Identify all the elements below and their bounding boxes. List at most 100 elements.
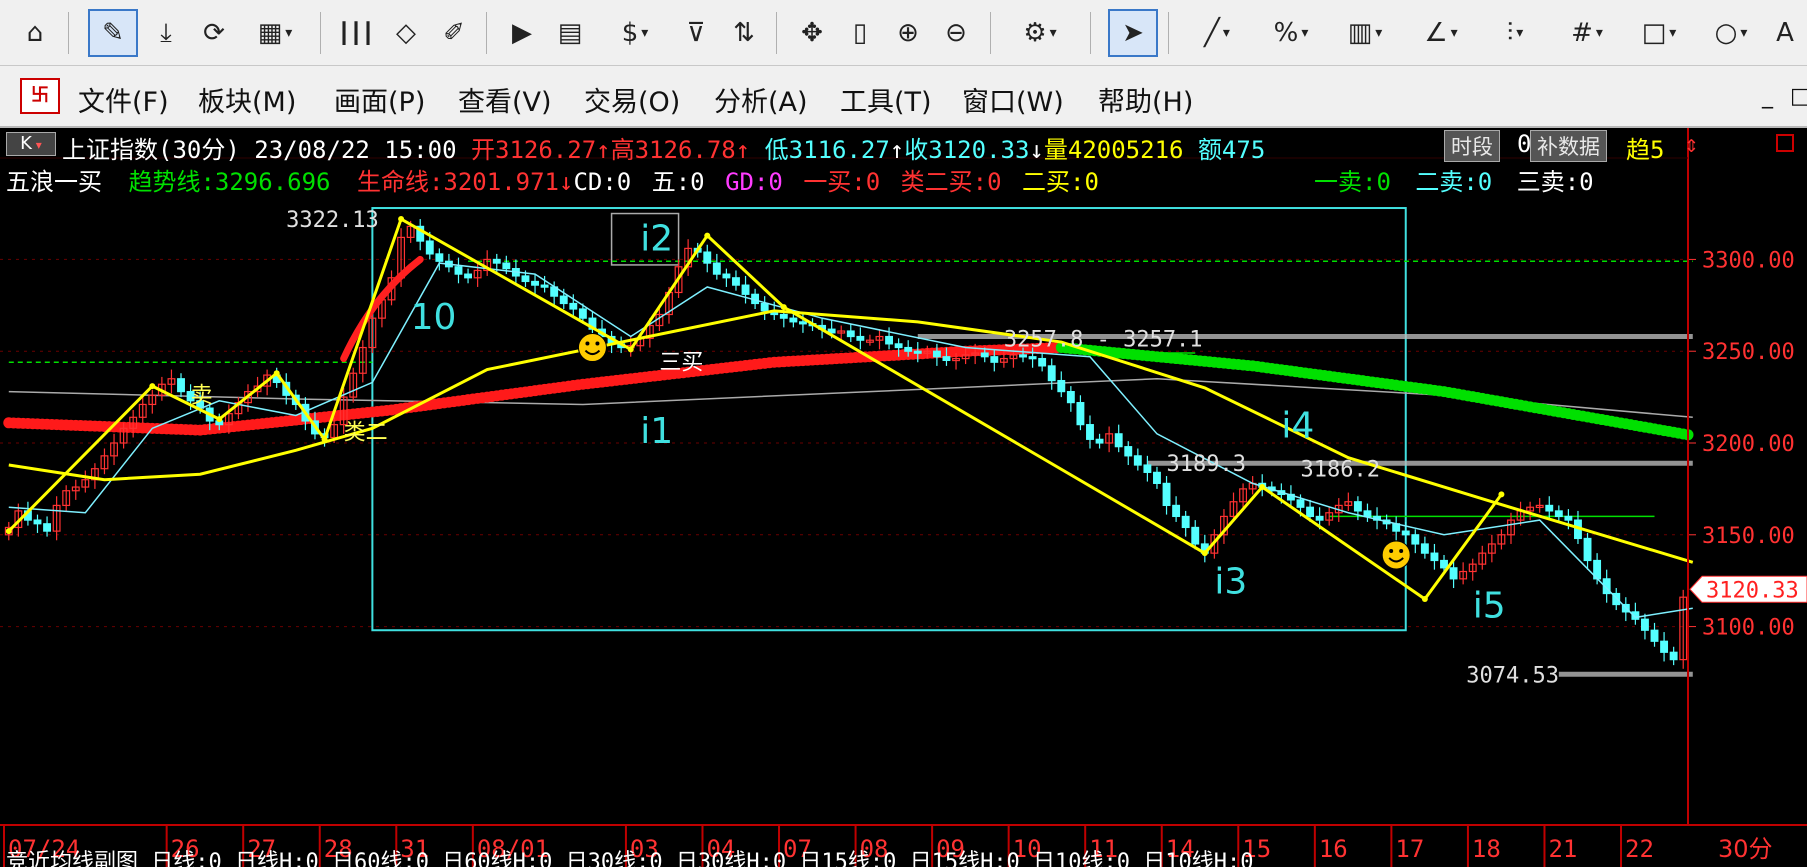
app-window: ⌂ ✎ ⤓ ⟳ ▦ ▾ ┃┃┃ ◇ ✐ ▶ ▤ $ ▾ ⊽ ⇅ ✥ ▯ ⊕ ⊖ ⚙ ▾… bbox=[0, 0, 1807, 867]
chart-area[interactable]: 3322.13 3257.8 - 3257.1 3189.3 3186.2 3074.5… bbox=[0, 128, 1807, 867]
smiley-eye bbox=[1399, 548, 1404, 553]
toolbar-separator bbox=[990, 12, 991, 54]
maximize-panel-icon[interactable] bbox=[1776, 134, 1794, 152]
candle-body bbox=[1019, 354, 1027, 358]
candle-body bbox=[1363, 510, 1372, 518]
candle-body bbox=[846, 330, 855, 338]
k-button[interactable]: K ▾ bbox=[6, 132, 56, 156]
menu-help[interactable]: 帮助(H) bbox=[1098, 80, 1193, 119]
arrow-up-icon: ↑ bbox=[889, 136, 905, 164]
dollar-icon[interactable]: $ ▾ bbox=[600, 9, 670, 57]
candle-body bbox=[1114, 433, 1123, 448]
y-tick-label: 3150.00 bbox=[1702, 524, 1795, 549]
minimize-button[interactable]: _ bbox=[1762, 84, 1773, 109]
toolbar: ⌂ ✎ ⤓ ⟳ ▦ ▾ ┃┃┃ ◇ ✐ ▶ ▤ $ ▾ ⊽ ⇅ ✥ ▯ ⊕ ⊖ ⚙ ▾… bbox=[0, 0, 1807, 66]
header-trail: 0 bbox=[1517, 130, 1532, 158]
line-icon[interactable]: ╱ ▾ bbox=[1182, 9, 1252, 57]
diamond-icon[interactable]: ◇ bbox=[384, 9, 428, 57]
y-tick-label: 3300.00 bbox=[1702, 248, 1795, 273]
menu-trade[interactable]: 交易(O) bbox=[584, 80, 680, 119]
menu-tools[interactable]: 工具(T) bbox=[840, 80, 932, 119]
toolbar-separator bbox=[68, 12, 69, 54]
signal-label: 三买 bbox=[659, 351, 703, 376]
circle-icon[interactable]: ○ ▾ bbox=[1698, 9, 1764, 57]
chevron-down-icon: ▾ bbox=[1595, 25, 1603, 41]
period-label: 30分 bbox=[1718, 835, 1773, 863]
sub-chart-bar: 竞近均线副图 日线:0 日线H:0 日60线:0 日60线H:0 日30线:0 … bbox=[6, 850, 1254, 867]
pencil-icon[interactable]: ✎ bbox=[88, 9, 138, 57]
sell2-value: 二卖:0 bbox=[1415, 168, 1493, 196]
menu-view[interactable]: 查看(V) bbox=[458, 80, 552, 119]
candle-body bbox=[1430, 552, 1439, 562]
candle-body bbox=[1449, 567, 1458, 580]
candle-body bbox=[425, 240, 434, 255]
menu-file[interactable]: 文件(F) bbox=[78, 80, 169, 119]
menu-view-canvas[interactable]: 画面(P) bbox=[334, 80, 425, 119]
arrows-icon: ⇕ bbox=[1684, 130, 1699, 158]
candle-body bbox=[569, 302, 578, 310]
candle-body bbox=[1660, 640, 1669, 653]
menu-analysis[interactable]: 分析(A) bbox=[714, 80, 808, 119]
buy2-value: 二买:0 bbox=[1022, 168, 1099, 196]
zigzag-point bbox=[216, 416, 223, 423]
chevron-down-icon: ▾ bbox=[1516, 25, 1524, 41]
candle-body bbox=[1650, 629, 1659, 642]
open-price: 开3126.27 bbox=[471, 136, 597, 164]
wave-label: i1 bbox=[640, 411, 673, 452]
text-icon[interactable]: A bbox=[1768, 9, 1802, 57]
date-label: 22 bbox=[1625, 835, 1654, 863]
zoom-out-icon[interactable]: ⊖ bbox=[934, 9, 978, 57]
candle-body bbox=[1669, 651, 1678, 661]
candle-body bbox=[990, 356, 999, 363]
cursor-icon[interactable]: ➤ bbox=[1108, 9, 1158, 57]
candle-body bbox=[1640, 618, 1649, 631]
candle-body bbox=[1181, 515, 1190, 529]
date-label: 18 bbox=[1472, 835, 1501, 863]
smiley-marker-icon bbox=[1381, 540, 1411, 570]
candle-body bbox=[1172, 504, 1181, 518]
candle-body bbox=[559, 295, 568, 305]
line-glyph: ╱ bbox=[1204, 18, 1220, 48]
life-line-value: 生命线:3201.971 bbox=[356, 168, 559, 196]
candle-body bbox=[779, 313, 788, 319]
zigzag-point bbox=[704, 232, 711, 239]
candle-body bbox=[492, 258, 501, 264]
wave-label: i4 bbox=[1281, 405, 1314, 446]
bars-icon[interactable]: ▥ ▾ bbox=[1330, 9, 1400, 57]
sort-icon[interactable]: ⇅ bbox=[722, 9, 766, 57]
toolbar-separator bbox=[1168, 12, 1169, 54]
angle-glyph: ∠ bbox=[1424, 18, 1448, 48]
home-icon[interactable]: ⌂ bbox=[10, 9, 60, 57]
dollar-glyph: $ bbox=[621, 18, 639, 48]
candle-body bbox=[732, 277, 740, 286]
zoom-in-icon[interactable]: ⊕ bbox=[886, 9, 930, 57]
move-icon[interactable]: ✥ bbox=[790, 9, 834, 57]
grid-icon[interactable]: ▦ ▾ bbox=[240, 9, 310, 57]
percent-icon[interactable]: % ▾ bbox=[1258, 9, 1324, 57]
candlestick-chart[interactable]: 3322.13 3257.8 - 3257.1 3189.3 3186.2 3074.5… bbox=[0, 128, 1807, 867]
filter-icon[interactable]: ⊽ bbox=[674, 9, 718, 57]
hash-icon[interactable]: # ▾ bbox=[1554, 9, 1620, 57]
list-icon[interactable]: ▤ bbox=[548, 9, 592, 57]
period-button[interactable]: 时段 bbox=[1444, 130, 1500, 162]
menu-window[interactable]: 窗口(W) bbox=[962, 80, 1064, 119]
candle-body bbox=[1554, 510, 1563, 518]
candle-body bbox=[177, 378, 185, 393]
ruler-icon[interactable]: ▯ bbox=[838, 9, 882, 57]
menu-sector[interactable]: 板块(M) bbox=[198, 80, 296, 119]
candle-icon[interactable]: ┃┃┃ bbox=[334, 9, 378, 57]
zigzag-point bbox=[273, 370, 280, 377]
restore-button[interactable]: □ bbox=[1790, 84, 1807, 109]
gear-icon[interactable]: ⚙ ▾ bbox=[1004, 9, 1076, 57]
cd-value: CD:0 bbox=[573, 168, 632, 196]
levels-icon[interactable]: ⫶ ▾ bbox=[1482, 9, 1548, 57]
download-icon[interactable]: ⤓ bbox=[144, 9, 188, 57]
edit-icon[interactable]: ✐ bbox=[432, 9, 476, 57]
fill-data-button[interactable]: 补数据 bbox=[1530, 130, 1607, 162]
candle-body bbox=[540, 284, 549, 288]
play-icon[interactable]: ▶ bbox=[500, 9, 544, 57]
angle-icon[interactable]: ∠ ▾ bbox=[1406, 9, 1476, 57]
gear-glyph: ⚙ bbox=[1023, 18, 1047, 48]
refresh-icon[interactable]: ⟳ bbox=[192, 9, 236, 57]
rect-icon[interactable]: □ ▾ bbox=[1626, 9, 1692, 57]
